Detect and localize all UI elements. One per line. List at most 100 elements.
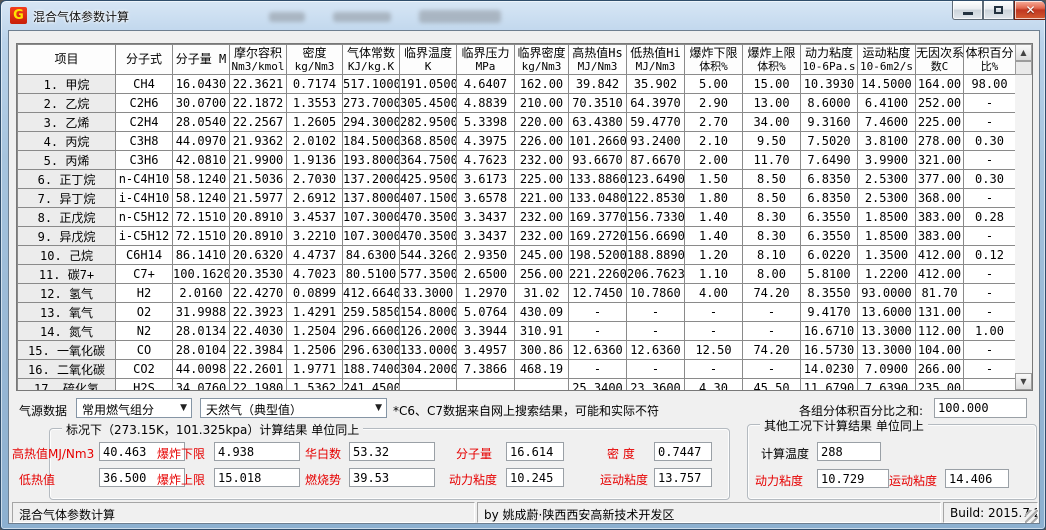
grid-cell[interactable]: 1.2506 (287, 341, 343, 360)
grid-cell[interactable]: 206.7623 (627, 265, 685, 284)
grid-cell[interactable]: 5.3398 (457, 113, 515, 132)
grid-cell[interactable]: 232.00 (515, 151, 569, 170)
grid-cell[interactable]: 193.8000 (343, 151, 400, 170)
gas-type-combobox[interactable]: 天然气（典型值） ▼ (200, 398, 387, 418)
grid-cell[interactable]: 84.6300 (343, 246, 400, 265)
grid-cell[interactable]: 1.40 (685, 227, 743, 246)
grid-cell[interactable]: 430.09 (515, 303, 569, 322)
grid-cell[interactable]: 5.00 (685, 75, 743, 94)
grid-cell[interactable]: 33.3000 (400, 284, 457, 303)
grid-cell[interactable]: 3.6173 (457, 170, 515, 189)
grid-cell[interactable]: 98.00 (964, 75, 1016, 94)
grid-cell[interactable]: 7.6490 (801, 151, 858, 170)
grid-cell[interactable]: - (964, 303, 1016, 322)
grid-cell[interactable]: 126.2000 (400, 322, 457, 341)
maximize-button[interactable] (983, 1, 1014, 20)
grid-cell[interactable]: 0.12 (964, 246, 1016, 265)
grid-cell[interactable]: 5.8100 (801, 265, 858, 284)
grid-cell[interactable]: 8.30 (743, 208, 801, 227)
grid-cell[interactable]: 20.8910 (230, 208, 287, 227)
grid-cell[interactable]: 245.00 (515, 246, 569, 265)
grid-cell[interactable]: 100.1620 (173, 265, 230, 284)
grid-cell[interactable]: 74.20 (743, 284, 801, 303)
gas-group-combobox[interactable]: 常用燃气组分 ▼ (76, 398, 192, 418)
minimize-button[interactable] (952, 1, 983, 20)
calc-temperature-input[interactable] (817, 442, 881, 461)
scrollbar-thumb[interactable] (1015, 61, 1032, 75)
grid-cell[interactable]: - (964, 360, 1016, 379)
grid-cell[interactable]: 137.8000 (343, 189, 400, 208)
grid-cell[interactable]: 20.8910 (230, 227, 287, 246)
grid-cell[interactable]: 273.7000 (343, 94, 400, 113)
grid-cell[interactable]: - (627, 303, 685, 322)
grid-cell[interactable]: 4.30 (685, 379, 743, 392)
dyn-viscosity-input[interactable] (506, 468, 564, 487)
grid-cell[interactable]: 321.00 (916, 151, 964, 170)
grid-cell[interactable]: 1.00 (964, 322, 1016, 341)
grid-cell[interactable]: 296.6600 (343, 322, 400, 341)
grid-cell[interactable]: 4.4737 (287, 246, 343, 265)
grid-cell[interactable]: 310.91 (515, 322, 569, 341)
grid-cell[interactable]: 383.00 (916, 208, 964, 227)
grid-cell[interactable]: 12.6360 (627, 341, 685, 360)
grid-cell[interactable]: 64.3970 (627, 94, 685, 113)
vertical-scrollbar[interactable]: ▲ ▼ (1015, 44, 1032, 390)
grid-cell[interactable]: 8.3550 (801, 284, 858, 303)
grid-cell[interactable]: - (569, 322, 627, 341)
grid-cell[interactable]: 8.30 (743, 227, 801, 246)
grid-cell[interactable]: 31.9988 (173, 303, 230, 322)
grid-cell[interactable]: 2.5300 (858, 170, 916, 189)
combustion-potential-input[interactable] (349, 468, 435, 487)
grid-cell[interactable]: 14.5000 (858, 75, 916, 94)
grid-cell[interactable]: 305.4500 (400, 94, 457, 113)
grid-cell[interactable]: 22.2601 (230, 360, 287, 379)
grid-cell[interactable]: 296.6300 (343, 341, 400, 360)
grid-cell[interactable]: - (964, 341, 1016, 360)
grid-cell[interactable]: 256.00 (515, 265, 569, 284)
grid-cell[interactable]: 259.5850 (343, 303, 400, 322)
grid-cell[interactable]: 20.6320 (230, 246, 287, 265)
grid-cell[interactable]: 14.0230 (801, 360, 858, 379)
grid-cell[interactable]: 22.3984 (230, 341, 287, 360)
grid-cell[interactable]: - (964, 265, 1016, 284)
grid-cell[interactable]: 5. 丙烯 (18, 151, 116, 170)
grid-cell[interactable] (964, 379, 1016, 392)
grid-cell[interactable]: 3.6578 (457, 189, 515, 208)
grid-cell[interactable]: 3.3437 (457, 208, 515, 227)
grid-cell[interactable]: 188.7400 (343, 360, 400, 379)
grid-cell[interactable]: 2.10 (685, 132, 743, 151)
grid-cell[interactable]: 169.2720 (569, 227, 627, 246)
grid-cell[interactable]: 1.5362 (287, 379, 343, 392)
grid-cell[interactable]: 70.3510 (569, 94, 627, 113)
grid-cell[interactable]: i-C5H12 (116, 227, 173, 246)
grid-cell[interactable]: 169.3770 (569, 208, 627, 227)
grid-cell[interactable]: C3H8 (116, 132, 173, 151)
grid-cell[interactable]: 63.4380 (569, 113, 627, 132)
grid-cell[interactable]: 0.7174 (287, 75, 343, 94)
grid-cell[interactable]: 1.50 (685, 170, 743, 189)
grid-cell[interactable]: - (685, 360, 743, 379)
grid-cell[interactable]: 412.6640 (343, 284, 400, 303)
grid-cell[interactable]: CO2 (116, 360, 173, 379)
grid-cell[interactable]: 6.0220 (801, 246, 858, 265)
grid-cell[interactable]: 22.4270 (230, 284, 287, 303)
grid-cell[interactable]: 225.00 (515, 170, 569, 189)
grid-cell[interactable]: 1.40 (685, 208, 743, 227)
grid-cell[interactable]: 5.0764 (457, 303, 515, 322)
grid-cell[interactable]: 21.9900 (230, 151, 287, 170)
density-input[interactable] (654, 442, 712, 461)
grid-cell[interactable]: 6.4100 (858, 94, 916, 113)
grid-cell[interactable]: 0.30 (964, 170, 1016, 189)
grid-cell[interactable]: 377.00 (916, 170, 964, 189)
grid-cell[interactable]: 2.00 (685, 151, 743, 170)
grid-cell[interactable]: 107.3000 (343, 227, 400, 246)
grid-cell[interactable]: 198.5200 (569, 246, 627, 265)
grid-cell[interactable]: 11. 碳7+ (18, 265, 116, 284)
grid-cell[interactable]: 15.00 (743, 75, 801, 94)
grid-cell[interactable]: - (964, 113, 1016, 132)
wobbe-input[interactable] (349, 442, 435, 461)
grid-cell[interactable]: 0.0899 (287, 284, 343, 303)
grid-cell[interactable]: 3.9900 (858, 151, 916, 170)
grid-cell[interactable]: 300.86 (515, 341, 569, 360)
grid-cell[interactable]: 1.2200 (858, 265, 916, 284)
